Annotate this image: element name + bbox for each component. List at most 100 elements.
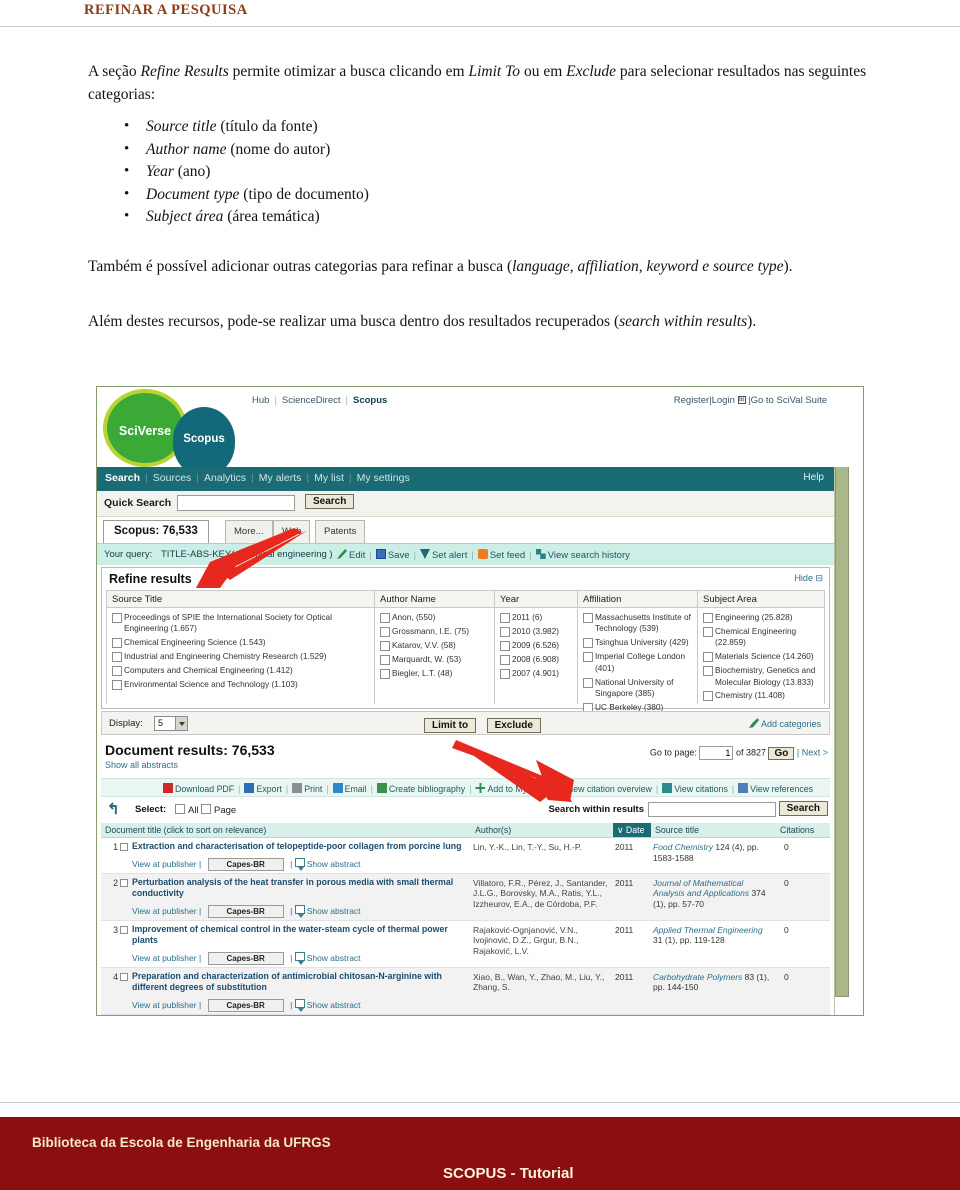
refine-checkbox-item[interactable]: Engineering (25.828) xyxy=(703,612,819,624)
scival-link[interactable]: Go to SciVal Suite xyxy=(751,395,827,406)
nav-item-my-alerts[interactable]: My alerts xyxy=(259,472,302,484)
expand-icon[interactable]: ⊞ xyxy=(737,396,746,405)
select-all-checkbox[interactable]: All xyxy=(175,804,199,816)
document-title-link[interactable]: Improvement of chemical control in the w… xyxy=(132,924,467,947)
column-header[interactable]: Author Name xyxy=(375,591,494,608)
capes-br-button[interactable]: Capes-BR xyxy=(207,904,284,918)
tab-scopus[interactable]: Scopus: 76,533 xyxy=(103,520,209,543)
toolbar-email[interactable]: Email xyxy=(345,784,367,794)
refine-checkbox-item[interactable]: 2009 (6.526) xyxy=(500,640,572,652)
query-action-view-history[interactable]: View search history xyxy=(548,550,630,561)
scrollbar-thumb[interactable] xyxy=(835,402,849,997)
goto-page-input[interactable] xyxy=(699,746,734,760)
refine-checkbox-item[interactable]: Anon, (550) xyxy=(380,612,489,624)
refine-checkbox-item[interactable]: National University of Singapore (385) xyxy=(583,677,692,700)
display-count-select[interactable]: 5 xyxy=(154,716,188,731)
login-link[interactable]: Login xyxy=(712,395,735,406)
view-at-publisher-link[interactable]: View at publisher xyxy=(132,905,197,915)
nav-item-analytics[interactable]: Analytics xyxy=(204,472,246,484)
column-header-authors[interactable]: Author(s) xyxy=(471,823,613,837)
link-scopus[interactable]: Scopus xyxy=(353,395,387,406)
exclude-button[interactable]: Exclude xyxy=(486,718,541,733)
capes-br-button[interactable]: Capes-BR xyxy=(207,998,284,1012)
toolbar-view-citations[interactable]: View citations xyxy=(674,784,728,794)
view-at-publisher-link[interactable]: View at publisher xyxy=(132,952,197,962)
toolbar-export[interactable]: Export xyxy=(256,784,281,794)
document-title-link[interactable]: Extraction and characterisation of telop… xyxy=(132,841,467,853)
refine-checkbox-item[interactable]: Katarov, V.V. (58) xyxy=(380,640,489,652)
refine-checkbox-item[interactable]: Materials Science (14.260) xyxy=(703,651,819,663)
nav-item-my-list[interactable]: My list xyxy=(314,472,344,484)
row-checkbox[interactable] xyxy=(118,968,130,1014)
column-header[interactable]: Year xyxy=(495,591,577,608)
column-header-source-title[interactable]: Source title xyxy=(651,823,776,837)
query-action-set-alert[interactable]: Set alert xyxy=(432,550,467,561)
show-abstract-link[interactable]: Show abstract xyxy=(307,999,361,1009)
refine-checkbox-item[interactable]: Tsinghua University (429) xyxy=(583,637,692,649)
link-sciencedirect[interactable]: ScienceDirect xyxy=(282,395,341,406)
nav-item-my-settings[interactable]: My settings xyxy=(357,472,410,484)
toolbar-add-to-my-list[interactable]: Add to My List xyxy=(487,784,543,794)
column-header-date[interactable]: ∨ Date xyxy=(613,823,651,837)
refine-checkbox-item[interactable]: Imperial College London (401) xyxy=(583,651,692,674)
column-header[interactable]: Subject Area xyxy=(698,591,824,608)
column-header-citations[interactable]: Citations xyxy=(776,823,830,837)
column-header[interactable]: Source Title xyxy=(107,591,374,608)
row-source[interactable]: Food Chemistry 124 (4), pp. 1583-1588 xyxy=(651,838,776,873)
refine-checkbox-item[interactable]: Industrial and Engineering Chemistry Res… xyxy=(112,651,369,663)
query-action-set-feed[interactable]: Set feed xyxy=(490,550,525,561)
link-hub[interactable]: Hub xyxy=(252,395,269,406)
toolbar-view-citation-overview[interactable]: View citation overview xyxy=(566,784,652,794)
refine-checkbox-item[interactable]: 2007 (4.901) xyxy=(500,668,572,680)
toolbar-print[interactable]: Print xyxy=(304,784,322,794)
show-abstract-link[interactable]: Show abstract xyxy=(307,905,361,915)
tab-more[interactable]: More... xyxy=(225,520,273,543)
search-within-input[interactable] xyxy=(648,802,776,817)
refine-checkbox-item[interactable]: Biegler, L.T. (48) xyxy=(380,668,489,680)
refine-checkbox-item[interactable]: Massachusetts Institute of Technology (5… xyxy=(583,612,692,635)
query-action-edit[interactable]: Edit xyxy=(349,550,365,561)
capes-br-button[interactable]: Capes-BR xyxy=(207,857,284,871)
toolbar-view-references[interactable]: View references xyxy=(750,784,813,794)
quick-search-button[interactable]: Search xyxy=(305,494,355,509)
row-source[interactable]: Applied Thermal Engineering 31 (1), pp. … xyxy=(651,921,776,967)
refine-checkbox-item[interactable]: Computers and Chemical Engineering (1.41… xyxy=(112,665,369,677)
nav-item-search[interactable]: Search xyxy=(105,472,140,484)
select-page-checkbox[interactable]: Page xyxy=(201,804,236,816)
nav-help-link[interactable]: Help xyxy=(803,472,824,483)
show-abstract-link[interactable]: Show abstract xyxy=(307,952,361,962)
row-source[interactable]: Journal of Mathematical Analysis and App… xyxy=(651,874,776,920)
limit-to-button[interactable]: Limit to xyxy=(424,718,477,733)
refine-checkbox-item[interactable]: Chemical Engineering (22.859) xyxy=(703,626,819,649)
query-action-save[interactable]: Save xyxy=(388,550,410,561)
refine-checkbox-item[interactable]: Biochemistry, Genetics and Molecular Bio… xyxy=(703,665,819,688)
refine-checkbox-item[interactable]: Grossmann, I.E. (75) xyxy=(380,626,489,638)
register-link[interactable]: Register xyxy=(674,395,709,406)
tab-web[interactable]: Web xyxy=(273,520,311,543)
next-page-link[interactable]: | Next > xyxy=(797,747,828,757)
column-header-document-title[interactable]: Document title (click to sort on relevan… xyxy=(101,823,471,837)
quick-search-input[interactable] xyxy=(177,495,295,511)
refine-checkbox-item[interactable]: Environmental Science and Technology (1.… xyxy=(112,679,369,691)
vertical-scrollbar[interactable]: ▲ xyxy=(834,387,849,1015)
refine-hide-link[interactable]: Hide ⊟ xyxy=(794,573,823,584)
show-abstract-link[interactable]: Show abstract xyxy=(307,858,361,868)
show-all-abstracts-link[interactable]: Show all abstracts xyxy=(105,760,178,770)
row-source[interactable]: Carbohydrate Polymers 83 (1), pp. 144-15… xyxy=(651,968,776,1014)
refine-checkbox-item[interactable]: Chemistry (11.408) xyxy=(703,690,819,702)
toolbar-create-bibliography[interactable]: Create bibliography xyxy=(389,784,465,794)
refine-checkbox-item[interactable]: Proceedings of SPIE the International So… xyxy=(112,612,369,635)
column-header[interactable]: Affiliation xyxy=(578,591,697,608)
view-at-publisher-link[interactable]: View at publisher xyxy=(132,999,197,1009)
refine-checkbox-item[interactable]: Chemical Engineering Science (1.543) xyxy=(112,637,369,649)
row-checkbox[interactable] xyxy=(118,921,130,967)
toolbar-download-pdf[interactable]: Download PDF xyxy=(175,784,234,794)
document-title-link[interactable]: Preparation and characterization of anti… xyxy=(132,971,467,994)
refine-checkbox-item[interactable]: 2011 (6) xyxy=(500,612,572,624)
refine-checkbox-item[interactable]: 2008 (6.908) xyxy=(500,654,572,666)
tab-patents[interactable]: Patents xyxy=(315,520,366,543)
refine-checkbox-item[interactable]: 2010 (3.982) xyxy=(500,626,572,638)
row-checkbox[interactable] xyxy=(118,874,130,920)
row-checkbox[interactable] xyxy=(118,838,130,873)
refine-checkbox-item[interactable]: Marquardt, W. (53) xyxy=(380,654,489,666)
